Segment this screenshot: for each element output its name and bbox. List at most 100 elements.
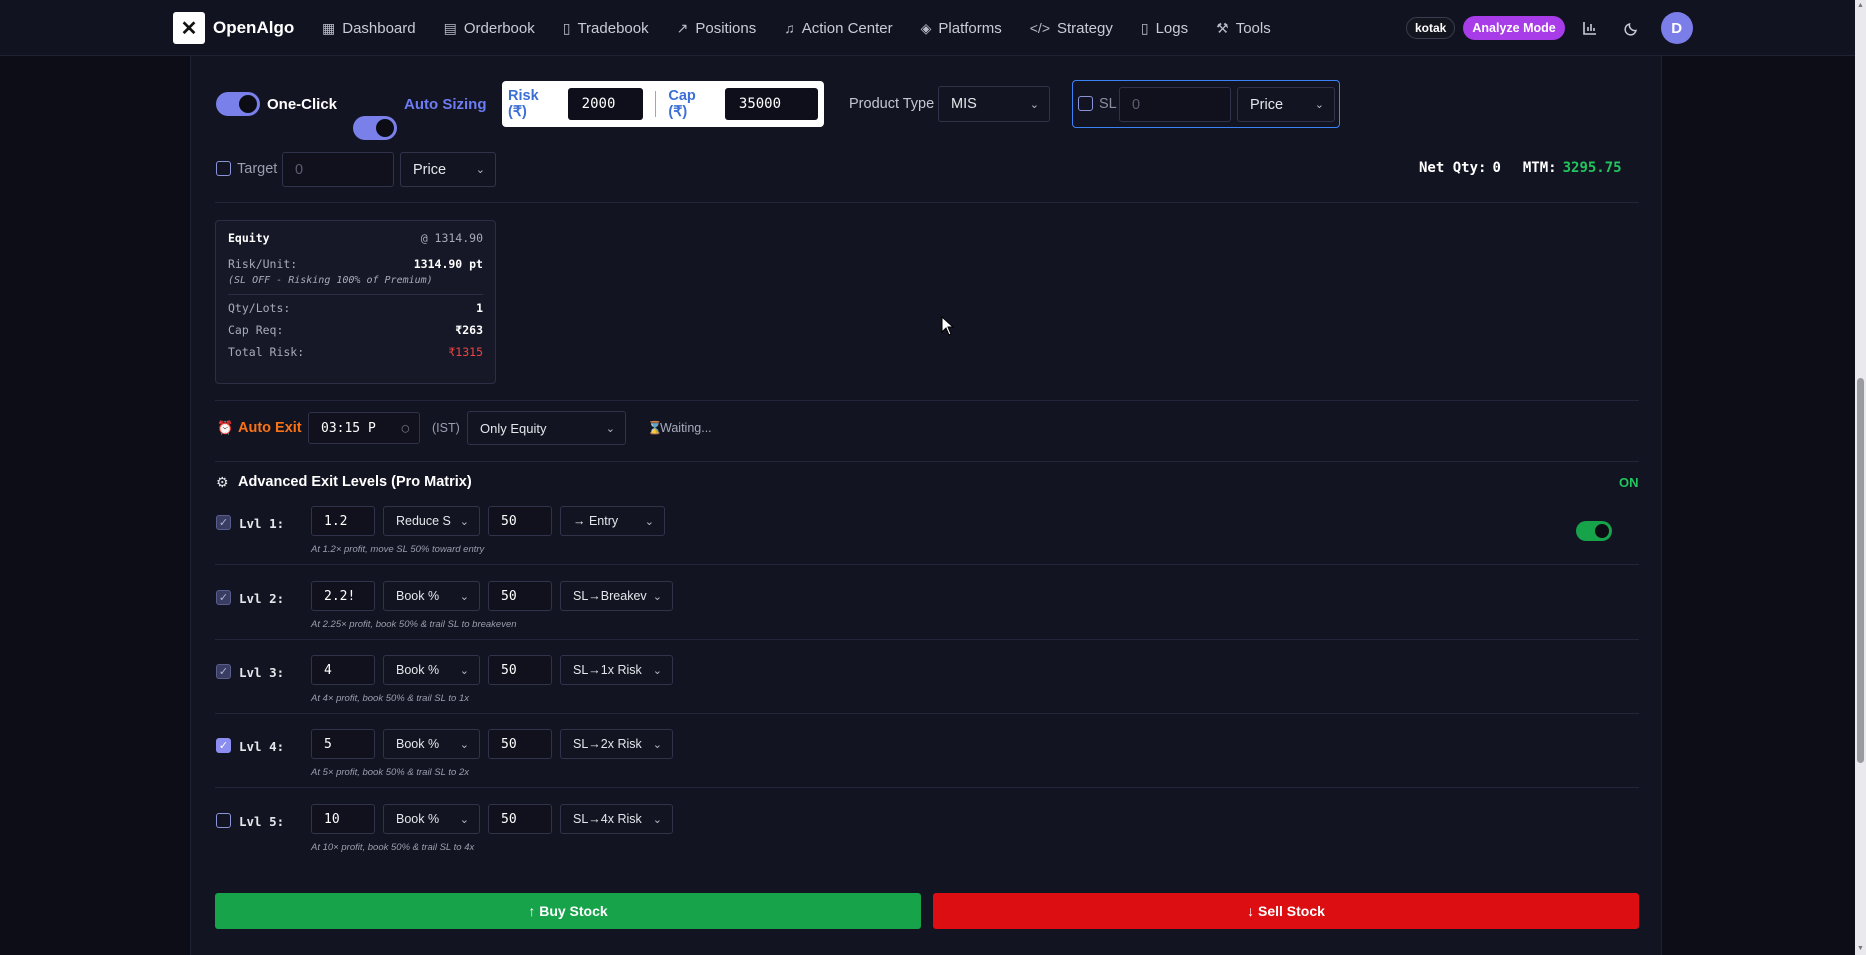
net-qty-value: 0 [1492,160,1501,176]
level-3-multiplier-input[interactable]: 4 [311,655,375,685]
divider [215,202,1639,203]
advanced-exit-title: Advanced Exit Levels (Pro Matrix) [238,474,472,490]
level-1-action-value: Reduce S [396,514,451,528]
level-2-checkbox[interactable]: ✓ [216,590,231,605]
level-4-percent-input[interactable]: 50 [488,729,552,759]
nav-right: kotak Analyze Mode D [1406,0,1693,56]
nav-label: Orderbook [463,19,535,37]
chart-icon[interactable] [1573,11,1607,45]
nav-label: Tradebook [577,19,649,37]
mtm-label: MTM: [1522,160,1557,176]
level-5-checkbox[interactable] [216,813,231,828]
mouse-cursor-icon [941,315,955,341]
level-1-checkbox[interactable]: ✓ [216,515,231,530]
nav-item-logs[interactable]: ▯ Logs [1141,20,1188,37]
nav-item-platforms[interactable]: ◈ Platforms [921,20,1002,37]
file-icon: ▯ [562,19,571,36]
nav-item-tradebook[interactable]: ▯ Tradebook [563,20,649,37]
auto-exit-label: Auto Exit [238,420,302,436]
level-5-multiplier-input[interactable]: 10 [311,804,375,834]
level-3-action-select[interactable]: Book % ⌄ [383,655,480,685]
nav-item-dashboard[interactable]: ▦ Dashboard [322,20,416,37]
timezone-label: (IST) [432,421,460,435]
brand[interactable]: ✕ OpenAlgo [173,12,294,44]
target-label: Target [237,161,278,177]
auto-sizing-label: Auto Sizing [404,96,487,113]
level-5-trail-select[interactable]: SL→4x Risk ⌄ [560,804,673,834]
level-4-multiplier-input[interactable]: 5 [311,729,375,759]
level-2-trail-select[interactable]: SL→Breakev ⌄ [560,581,673,611]
sl-checkbox[interactable] [1078,96,1093,111]
alarm-clock-icon: ⏰ [217,420,234,435]
level-4-action-value: Book % [396,737,440,751]
level-1-trail-select[interactable]: → Entry ⌄ [560,506,665,536]
nav-item-tools[interactable]: ⚒ Tools [1216,20,1271,37]
level-4-trail-value: SL→2x Risk [573,737,642,751]
target-checkbox[interactable] [216,161,231,176]
analyze-mode-badge[interactable]: Analyze Mode [1463,16,1565,40]
chevron-down-icon: ⌄ [652,590,662,603]
chevron-down-icon: ⌄ [459,664,469,677]
sl-mode-value: Price [1250,96,1284,113]
nav-item-action-center[interactable]: ♫ Action Center [784,20,892,37]
cap-req-value: ₹263 [455,323,483,337]
doc-icon: ▯ [1140,19,1149,36]
trend-icon: ↗ [676,19,689,36]
product-type-label: Product Type [849,96,935,112]
level-3-percent-input[interactable]: 50 [488,655,552,685]
scroll-up-icon[interactable]: ▲ [1857,2,1864,9]
scroll-down-icon[interactable]: ▼ [1857,945,1864,952]
auto-exit-scope-select[interactable]: Only Equity ⌄ [467,411,626,445]
level-5-percent-input[interactable]: 50 [488,804,552,834]
level-3-trail-select[interactable]: SL→1x Risk ⌄ [560,655,673,685]
chevron-down-icon: ⌄ [1314,99,1324,111]
nav-item-strategy[interactable]: </> Strategy [1030,20,1113,37]
moon-icon[interactable] [1615,11,1649,45]
nav-item-positions[interactable]: ↗ Positions [677,20,757,37]
sl-mode-select[interactable]: Price ⌄ [1237,87,1335,122]
cap-input[interactable]: 35000 [724,88,818,120]
one-click-toggle[interactable] [216,92,260,116]
level-1-percent-input[interactable]: 50 [488,506,552,536]
level-4-checkbox[interactable]: ✓ [216,738,231,753]
sl-input[interactable]: 0 [1119,87,1231,122]
risk-cap-box: Risk (₹) 2000 Cap (₹) 35000 [502,81,824,127]
level-5-action-select[interactable]: Book % ⌄ [383,804,480,834]
sell-stock-button[interactable]: ↓ Sell Stock [933,893,1639,929]
broker-badge[interactable]: kotak [1406,17,1456,39]
risk-note: (SL OFF - Risking 100% of Premium) [228,275,433,286]
risk-input[interactable]: 2000 [567,88,644,120]
level-4-label: Lvl 4: [239,739,285,754]
cap-label: Cap (₹) [668,88,696,120]
chevron-down-icon: ⌄ [459,738,469,751]
level-3-trail-value: SL→1x Risk [573,663,642,677]
page-scrollbar[interactable]: ▲ ▼ [1855,0,1866,955]
level-4-trail-select[interactable]: SL→2x Risk ⌄ [560,729,673,759]
level-1-action-select[interactable]: Reduce S ⌄ [383,506,480,536]
chevron-down-icon: ⌄ [652,813,662,826]
mtm-value: 3295.75 [1562,160,1622,176]
clock-icon: ◯ [401,421,409,435]
level-2-label: Lvl 2: [239,591,285,606]
level-2-multiplier-input[interactable]: 2.2! [311,581,375,611]
level-4-action-select[interactable]: Book % ⌄ [383,729,480,759]
nav-item-orderbook[interactable]: ▤ Orderbook [444,20,535,37]
auto-exit-time-input[interactable]: 03:15 P ◯ [308,412,420,444]
buy-stock-button[interactable]: ↑ Buy Stock [215,893,921,929]
level-2-percent-input[interactable]: 50 [488,581,552,611]
level-2-action-value: Book % [396,589,440,603]
scroll-thumb[interactable] [1857,378,1864,763]
level-1-multiplier-input[interactable]: 1.2 [311,506,375,536]
level-3-checkbox[interactable]: ✓ [216,664,231,679]
gear-icon: ⚙ [216,474,229,490]
target-input[interactable]: 0 [282,152,394,187]
product-type-select[interactable]: MIS ⌄ [938,86,1050,122]
target-mode-select[interactable]: Price ⌄ [400,152,496,187]
level-2-action-select[interactable]: Book % ⌄ [383,581,480,611]
exit-level-row-5: Lvl 5: 10 Book % ⌄ 50 SL→4x Risk ⌄ At 10× … [191,800,1663,874]
avatar[interactable]: D [1660,12,1693,44]
bell-icon: ♫ [784,20,795,36]
auto-exit-status: Waiting... [660,421,712,435]
risk-unit-value: 1314.90 pt [413,257,483,271]
auto-sizing-toggle[interactable] [353,116,397,140]
